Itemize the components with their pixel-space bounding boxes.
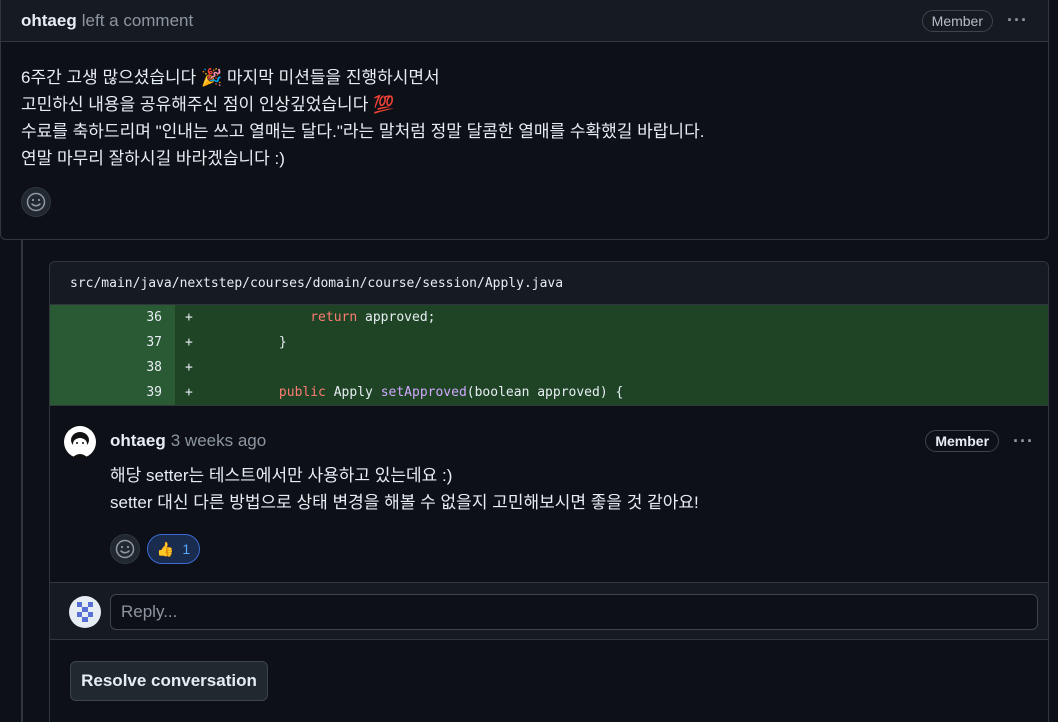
add-reaction-button[interactable] [110, 534, 140, 564]
comment-line: 연말 마무리 잘하시길 바라겠습니다 :) [21, 149, 285, 168]
diff-hunk: 36 + return approved; 37 + } 38 + 39 + public … [50, 305, 1048, 405]
comment-author[interactable]: ohtaeg [110, 431, 166, 451]
diff-line: 38 + [50, 355, 1048, 380]
comment-line: setter 대신 다른 방법으로 상태 변경을 해볼 수 없을지 고민해보시면… [110, 493, 699, 512]
line-number[interactable]: 36 [50, 305, 175, 330]
reply-box: Reply... [50, 582, 1048, 640]
member-badge: Member [921, 9, 994, 32]
keyword-token: return [310, 310, 358, 325]
thumbs-up-reaction[interactable]: 👍 1 [147, 534, 200, 564]
code-token: } [278, 335, 287, 350]
comment-line: 6주간 고생 많으셨습니다 🎉 마지막 미션들을 진행하시면서 [21, 68, 440, 87]
code-line: + [175, 355, 1048, 380]
code-token: approved; [357, 310, 436, 325]
comment-line: 해당 setter는 테스트에서만 사용하고 있는데요 :) [110, 466, 453, 485]
member-badge: Member [925, 430, 1000, 452]
kebab-horizontal-icon[interactable]: ··· [1013, 431, 1034, 452]
line-number[interactable]: 38 [50, 355, 175, 380]
diff-line: 39 + public Apply setApproved(boolean app… [50, 380, 1048, 405]
reaction-count: 1 [182, 541, 191, 557]
reply-input[interactable]: Reply... [110, 594, 1038, 630]
resolve-conversation-button[interactable]: Resolve conversation [70, 661, 268, 701]
diff-line: 37 + } [50, 330, 1048, 355]
function-token: setApproved [380, 385, 467, 400]
code-line: + public Apply setApproved(boolean appro… [175, 380, 1048, 405]
comment-header: ohtaeg 3 weeks ago Member ··· [110, 430, 1034, 452]
diff-line: 36 + return approved; [50, 305, 1048, 330]
timeline-line [21, 240, 23, 722]
comment-action: left a comment [81, 10, 194, 30]
avatar[interactable] [64, 426, 96, 458]
smiley-icon [115, 539, 135, 559]
comment-timestamp[interactable]: 3 weeks ago [171, 431, 266, 451]
add-reaction-button[interactable] [21, 187, 51, 217]
line-number[interactable]: 39 [50, 380, 175, 405]
line-number[interactable]: 37 [50, 330, 175, 355]
comment-line: 수료를 축하드리며 "인내는 쓰고 열매는 달다."라는 말처럼 정말 달콤한 … [21, 122, 705, 141]
comment-header: ohtaeg left a comment Member ··· [1, 0, 1048, 42]
keyword-token: public [278, 385, 326, 400]
comment-body: 6주간 고생 많으셨습니다 🎉 마지막 미션들을 진행하시면서 고민하신 내용을… [1, 42, 1048, 172]
code-token: Apply [325, 385, 381, 400]
file-path[interactable]: src/main/java/nextstep/courses/domain/co… [50, 262, 1048, 305]
kebab-horizontal-icon[interactable]: ··· [1007, 10, 1028, 31]
code-line: + return approved; [175, 305, 1048, 330]
thumbs-up-icon: 👍 [156, 540, 175, 557]
comment-line: 고민하신 내용을 공유해주신 점이 인상깊었습니다 💯 [21, 95, 395, 114]
smiley-icon [26, 192, 46, 212]
review-comment: ohtaeg 3 weeks ago Member ··· 해당 setter는… [50, 405, 1048, 581]
comment-body: 해당 setter는 테스트에서만 사용하고 있는데요 :) setter 대신… [110, 462, 699, 516]
comment-author[interactable]: ohtaeg [21, 11, 77, 31]
review-thread: src/main/java/nextstep/courses/domain/co… [49, 261, 1049, 722]
top-comment: ohtaeg left a comment Member ··· 6주간 고생 … [0, 0, 1049, 240]
code-line: + } [175, 330, 1048, 355]
avatar [69, 596, 101, 628]
code-token: (boolean approved) { [466, 385, 624, 400]
